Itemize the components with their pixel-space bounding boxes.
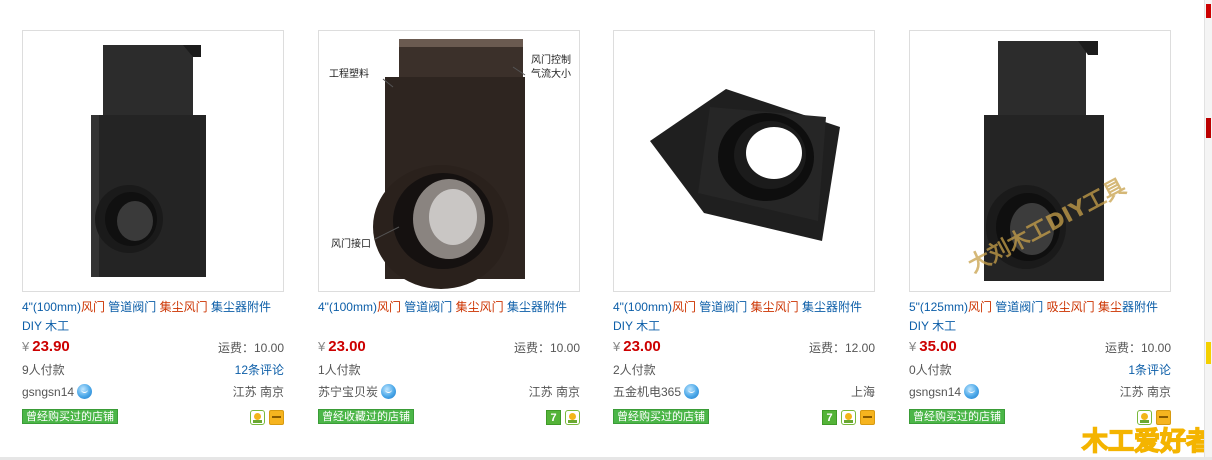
- product-price: ¥35.00: [909, 338, 957, 355]
- gate-valve-image: 大刘木工DIY工具: [964, 41, 1130, 281]
- product-price: ¥23.90: [22, 338, 70, 355]
- card-icon[interactable]: [860, 409, 875, 425]
- label-damper-control: 风门控制: [531, 53, 571, 66]
- seal-icon[interactable]: [841, 409, 856, 425]
- seven-day-return-icon[interactable]: 7: [546, 409, 561, 425]
- gate-valve-image: [91, 45, 206, 277]
- reviews-link[interactable]: 12条评论: [235, 361, 284, 379]
- seller-name[interactable]: 五金机电365: [613, 383, 700, 401]
- seven-day-return-icon[interactable]: 7: [822, 409, 837, 425]
- label-engineering-plastic: 工程塑料: [329, 67, 369, 80]
- product-image[interactable]: 大刘木工DIY工具: [909, 30, 1171, 292]
- shipping-fee: 运费：10.00: [217, 341, 284, 355]
- product-title[interactable]: 4"(100mm)风门 管道阀门 集尘风门 集尘器附件 DIY 木工: [613, 298, 875, 336]
- product-title[interactable]: 4"(100mm)风门 管道阀门 集尘风门 集尘器附件 DIY 木工: [22, 298, 284, 336]
- strip-marker-red: [1206, 118, 1211, 138]
- seal-icon[interactable]: [250, 409, 265, 425]
- sales-count: 2人付款: [613, 363, 656, 377]
- shipping-fee: 运费：10.00: [1104, 341, 1171, 355]
- shop-history-tag[interactable]: 曾经购买过的店铺: [613, 409, 709, 424]
- seller-location: 上海: [850, 385, 875, 399]
- gate-valve-image: [650, 89, 840, 241]
- shipping-fee: 运费：10.00: [513, 341, 580, 355]
- wangwang-chat-icon[interactable]: [381, 384, 397, 399]
- product-card: 大刘木工DIY工具 5"(125mm)风门 管道阀门 吸尘风门 集尘器附件 DIY…: [909, 30, 1171, 430]
- seller-name[interactable]: gsngsn14: [909, 383, 980, 401]
- page-edge-strip: [1204, 0, 1212, 460]
- seller-name[interactable]: 苏宁宝贝炭: [318, 383, 397, 401]
- strip-marker-yellow: [1206, 342, 1211, 364]
- site-logo[interactable]: 木工爱好者: [1080, 422, 1204, 458]
- reviews-link[interactable]: 1条评论: [1128, 361, 1171, 379]
- sales-count: 1人付款: [318, 363, 361, 377]
- product-grid: 4"(100mm)风门 管道阀门 集尘风门 集尘器附件 DIY 木工 ¥23.90…: [0, 0, 1212, 460]
- label-airflow-size: 气流大小: [531, 67, 571, 80]
- seller-location: 江苏 南京: [1119, 385, 1171, 399]
- seller-name[interactable]: gsngsn14: [22, 383, 93, 401]
- product-title[interactable]: 5"(125mm)风门 管道阀门 吸尘风门 集尘器附件 DIY 木工: [909, 298, 1171, 336]
- shop-history-tag[interactable]: 曾经购买过的店铺: [22, 409, 118, 424]
- seller-location: 江苏 南京: [232, 385, 284, 399]
- sales-count: 0人付款: [909, 363, 952, 377]
- seal-icon[interactable]: [565, 409, 580, 425]
- shipping-fee: 运费：12.00: [808, 341, 875, 355]
- gate-valve-image: 工程塑料 风门控制 气流大小 风门接口: [329, 39, 571, 289]
- seller-location: 江苏 南京: [528, 385, 580, 399]
- wangwang-chat-icon[interactable]: [684, 384, 700, 399]
- label-damper-port: 风门接口: [331, 237, 371, 250]
- shop-history-tag[interactable]: 曾经收藏过的店铺: [318, 409, 414, 424]
- sales-count: 9人付款: [22, 363, 65, 377]
- product-price: ¥23.00: [318, 338, 366, 355]
- svg-text:木工爱好者: 木工爱好者: [1081, 427, 1204, 457]
- product-image[interactable]: [22, 30, 284, 292]
- wangwang-chat-icon[interactable]: [77, 384, 93, 399]
- wangwang-chat-icon[interactable]: [964, 384, 980, 399]
- product-price: ¥23.00: [613, 338, 661, 355]
- product-card: 4"(100mm)风门 管道阀门 集尘风门 集尘器附件 DIY 木工 ¥23.00…: [613, 30, 875, 430]
- product-card: 工程塑料 风门控制 气流大小 风门接口 4"(100mm)风门 管道阀门 集尘风…: [318, 30, 580, 430]
- product-image[interactable]: 工程塑料 风门控制 气流大小 风门接口: [318, 30, 580, 292]
- product-image[interactable]: [613, 30, 875, 292]
- strip-marker-red: [1206, 4, 1211, 18]
- product-card: 4"(100mm)风门 管道阀门 集尘风门 集尘器附件 DIY 木工 ¥23.90…: [22, 30, 284, 430]
- shop-history-tag[interactable]: 曾经购买过的店铺: [909, 409, 1005, 424]
- card-icon[interactable]: [269, 409, 284, 425]
- product-title[interactable]: 4"(100mm)风门 管道阀门 集尘风门 集尘器附件: [318, 298, 580, 317]
